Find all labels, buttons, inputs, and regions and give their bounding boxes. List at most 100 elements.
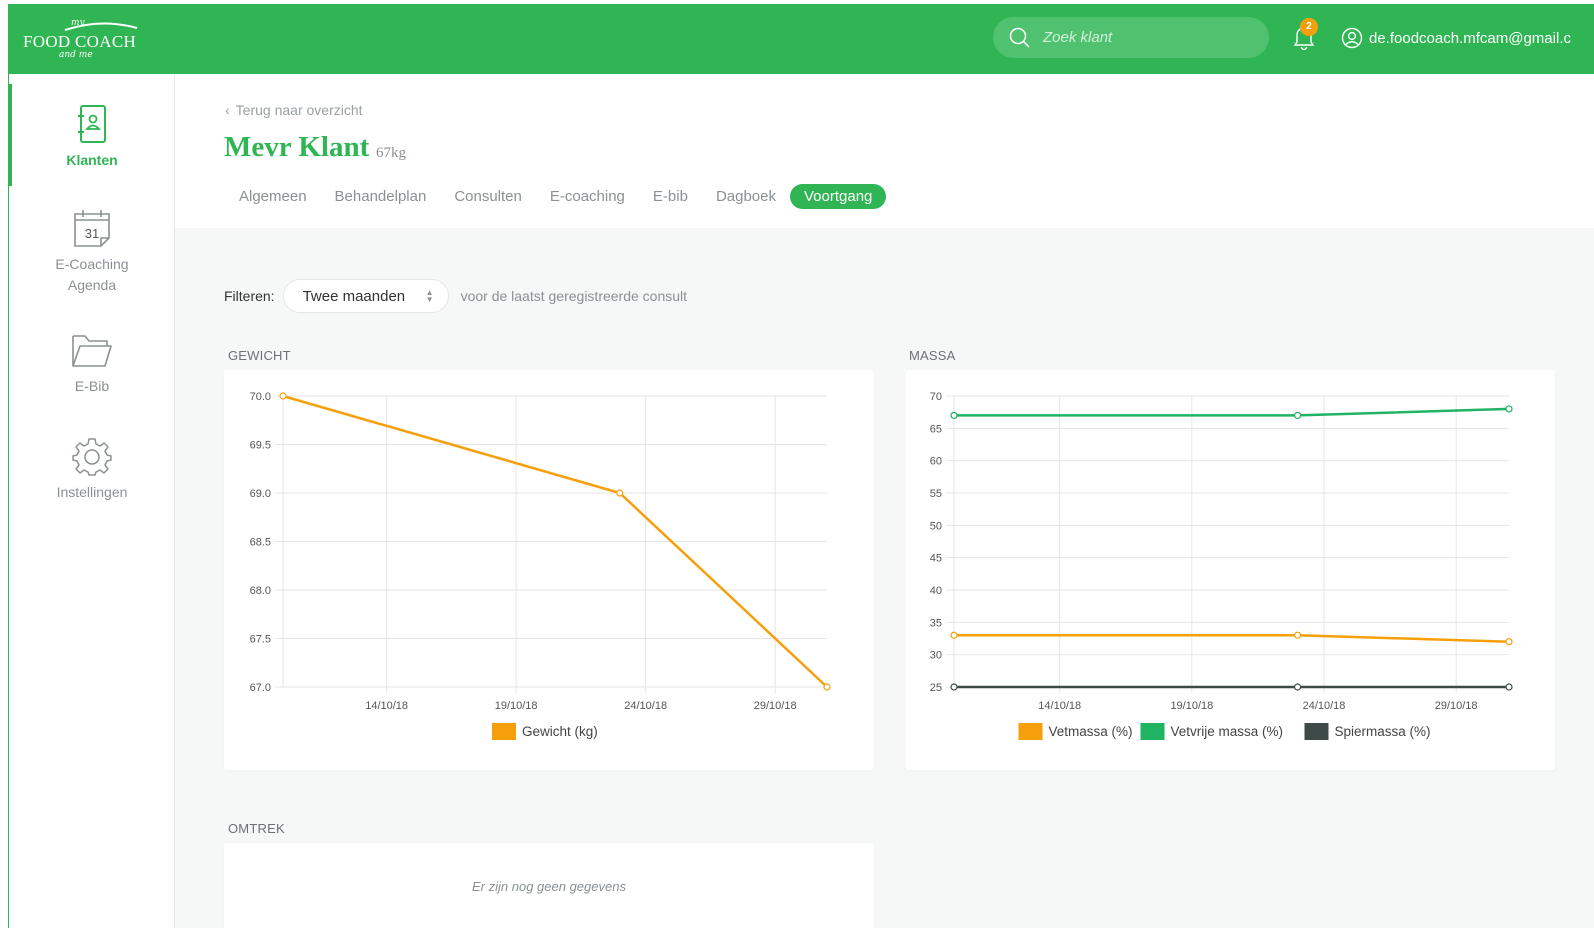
data-point — [279, 392, 287, 400]
x-tick-label: 29/10/18 — [1435, 700, 1478, 712]
y-tick-label: 68.5 — [250, 537, 271, 549]
tab-dagboek[interactable]: Dagboek — [702, 184, 790, 209]
legend-label: Vetvrije massa (%) — [1171, 724, 1284, 739]
legend-swatch — [1140, 723, 1165, 740]
empty-state-message: Er zijn nog geen gegevens — [472, 879, 626, 894]
sidebar-item-agenda[interactable]: 31 E-Coaching Agenda — [9, 208, 175, 296]
filter-label: Filteren: — [224, 288, 275, 304]
tab-e-coaching[interactable]: E-coaching — [536, 184, 639, 209]
section-title-gewicht: GEWICHT — [228, 348, 291, 363]
back-link[interactable]: ‹ Terug naar overzicht — [225, 102, 363, 118]
search-input[interactable] — [1043, 17, 1253, 58]
legend-swatch — [1018, 723, 1043, 740]
client-weight: 67kg — [376, 145, 406, 161]
legend-label: Gewicht (kg) — [522, 724, 598, 739]
notification-badge: 2 — [1300, 18, 1318, 36]
x-tick-label: 29/10/18 — [754, 700, 797, 712]
y-tick-label: 50 — [930, 520, 942, 532]
tab-behandelplan[interactable]: Behandelplan — [321, 184, 441, 209]
logo-and-me: and me — [59, 50, 93, 60]
legend-label: Vetmassa (%) — [1049, 724, 1133, 739]
data-point — [823, 683, 831, 691]
y-tick-label: 70 — [930, 391, 942, 403]
sidebar-item-ebib[interactable]: E-Bib — [9, 332, 175, 397]
logo-brand: FOOD COACH — [23, 32, 137, 51]
legend-swatch — [1304, 723, 1329, 740]
series-line-1 — [954, 407, 1510, 417]
client-header: ‹ Terug naar overzicht Mevr Klant 67kg Al… — [175, 74, 1594, 228]
window-edge — [0, 0, 8, 928]
tab-voortgang[interactable]: Voortgang — [789, 184, 887, 209]
data-point — [1505, 683, 1513, 691]
weight-chart: 70.0 69.5 69.0 68.5 68.0 67.5 67.0 14/10/18 19/1… — [250, 391, 831, 740]
search-box[interactable] — [993, 17, 1269, 58]
user-menu[interactable]: de.foodcoach.mfcam@gmail.c — [1341, 26, 1571, 50]
y-tick-label: 67.5 — [250, 634, 271, 646]
data-point — [1293, 631, 1302, 639]
search-icon — [1009, 27, 1030, 48]
user-icon — [1341, 27, 1363, 49]
series-line-0 — [954, 634, 1510, 643]
sidebar-item-label: E-Bib — [74, 378, 110, 394]
main-content: ‹ Terug naar overzicht Mevr Klant 67kg Al… — [175, 74, 1594, 928]
y-tick-label: 69.0 — [250, 488, 271, 500]
data-point — [1505, 638, 1513, 646]
filter-hint: voor de laatst geregistreerde consult — [460, 288, 688, 304]
logo-my: my — [71, 18, 85, 28]
data-point — [1505, 405, 1513, 413]
section-title-omtrek: OMTREK — [228, 821, 285, 836]
legend-label: Spiermassa (%) — [1335, 724, 1431, 739]
x-tick-label: 14/10/18 — [365, 700, 408, 712]
x-tick-label: 19/10/18 — [1170, 700, 1213, 712]
folder-icon — [72, 335, 112, 367]
period-select[interactable]: Twee maanden ▲ ▼ — [282, 279, 449, 313]
x-tick-label: 19/10/18 — [495, 700, 538, 712]
y-tick-label: 25 — [930, 682, 942, 694]
app-window: my FOOD COACH and me 2 de.foodcoach.mfca… — [8, 4, 1594, 928]
y-tick-label: 55 — [930, 488, 942, 500]
data-point — [950, 631, 958, 639]
y-tick-label: 45 — [930, 553, 942, 565]
chart-card-gewicht: 70.0 69.5 69.0 68.5 68.0 67.5 67.0 14/10/18 19/1… — [224, 370, 874, 770]
data-point — [950, 411, 958, 420]
y-tick-label: 65 — [930, 423, 942, 435]
y-tick-label: 68.0 — [250, 585, 271, 597]
y-tick-label: 30 — [930, 650, 942, 662]
y-tick-label: 35 — [930, 617, 942, 629]
user-email: de.foodcoach.mfcam@gmail.c — [1369, 29, 1571, 47]
page-title: Mevr Klant — [224, 131, 370, 163]
y-tick-label: 60 — [930, 456, 942, 468]
y-tick-label: 69.5 — [250, 440, 271, 452]
sidebar-item-label: Klanten — [66, 152, 118, 168]
tab-bar: Algemeen Behandelplan Consulten E-coachi… — [225, 184, 887, 209]
x-tick-label: 24/10/18 — [1303, 700, 1346, 712]
legend-swatch — [492, 723, 516, 740]
section-title-massa: MASSA — [909, 348, 956, 363]
back-link-label: Terug naar overzicht — [235, 102, 363, 118]
sidebar-item-label-2: Agenda — [67, 277, 117, 293]
x-tick-label: 14/10/18 — [1038, 700, 1081, 712]
data-point — [950, 683, 958, 691]
tab-e-bib[interactable]: E-bib — [639, 184, 702, 209]
y-tick-label: 67.0 — [250, 682, 271, 694]
logo[interactable]: my FOOD COACH and me — [23, 18, 143, 62]
x-tick-label: 24/10/18 — [624, 700, 667, 712]
select-arrows-icon: ▲ ▼ — [425, 288, 434, 304]
sidebar-item-klanten[interactable]: Klanten — [9, 104, 175, 171]
calendar-icon: 31 — [74, 210, 110, 247]
top-bar: my FOOD COACH and me 2 de.foodcoach.mfca… — [9, 4, 1594, 74]
sidebar-item-instellingen[interactable]: Instellingen — [9, 436, 175, 503]
y-tick-label: 70.0 — [250, 391, 271, 403]
data-point — [616, 489, 624, 497]
data-point — [1293, 411, 1302, 420]
mass-chart: 70 65 60 55 50 45 40 35 30 25 14/10/18 19/10/18 24/1… — [930, 391, 1513, 740]
chart-card-omtrek: Er zijn nog geen gegevens — [224, 843, 874, 928]
sidebar-item-label: Instellingen — [56, 484, 128, 500]
calendar-day: 31 — [85, 226, 99, 241]
sidebar-item-label: E-Coaching — [55, 256, 129, 272]
y-tick-label: 40 — [930, 585, 942, 597]
filter-row: Filteren: Twee maanden ▲ ▼ voor de laatst… — [224, 279, 687, 313]
tab-consulten[interactable]: Consulten — [440, 184, 536, 209]
client-book-icon — [78, 105, 106, 143]
tab-algemeen[interactable]: Algemeen — [225, 184, 321, 209]
